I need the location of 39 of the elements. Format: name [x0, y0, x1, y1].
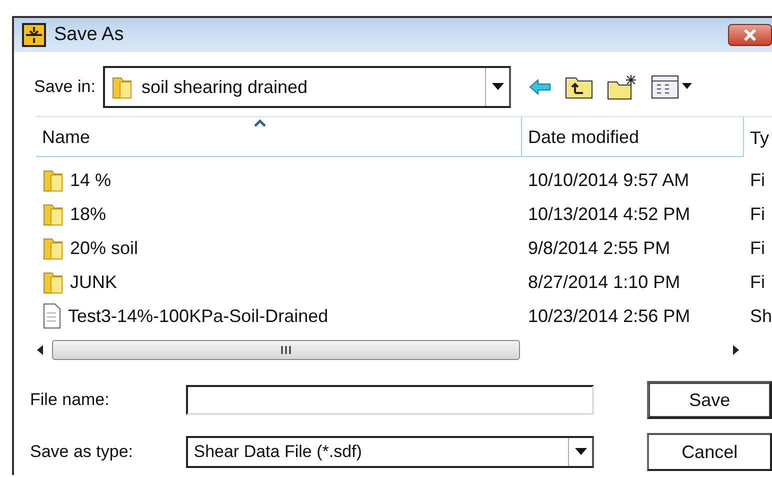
date-cell-text: 8/27/2014 1:10 PM [527, 272, 682, 292]
close-button[interactable] [728, 24, 772, 46]
date-cell-text: 9/8/2014 2:55 PM [527, 238, 672, 258]
caret-icon [492, 83, 504, 91]
scrollbar-thumb[interactable] [52, 340, 520, 360]
app-icon [22, 23, 46, 47]
table-cell-text: Fi [749, 170, 766, 190]
save-in-label: Save in: [34, 77, 96, 97]
file-name-input[interactable] [186, 385, 594, 415]
up-folder-icon[interactable] [565, 75, 594, 99]
table-cell-text: Fi [749, 238, 766, 258]
table-cell-text: Fi [749, 204, 766, 224]
file-list-item[interactable]: 14 % [36, 167, 522, 193]
scroll-right-icon[interactable] [732, 344, 740, 356]
file-list-item[interactable]: JUNK [36, 269, 522, 295]
document-icon [42, 303, 62, 329]
save-button[interactable]: Save [647, 381, 772, 419]
table-cell-text: Fi [749, 272, 766, 292]
save-in-dropdown[interactable]: soil shearing drained [103, 66, 512, 108]
table-cell-text: Sh [749, 306, 772, 326]
file-list-item[interactable]: 18% [36, 201, 522, 227]
column-header[interactable]: Name [36, 117, 522, 157]
back-arrow-icon[interactable] [529, 79, 552, 95]
column-header[interactable]: Date modified [522, 117, 744, 157]
cancel-button[interactable]: Cancel [647, 433, 772, 471]
window-title: Save As [54, 24, 125, 46]
caret-icon [574, 448, 587, 456]
date-cell-text: 10/13/2014 4:52 PM [527, 204, 692, 224]
save-as-type-label: Save as type: [30, 442, 134, 462]
file-list-item[interactable]: 20% soil [36, 235, 522, 261]
new-folder-icon[interactable] [607, 74, 638, 100]
close-icon [743, 29, 757, 41]
date-cell-text: 10/23/2014 2:56 PM [527, 306, 692, 326]
scroll-left-icon[interactable] [36, 344, 44, 356]
file-name-label: File name: [30, 390, 110, 410]
date-cell-text: 10/10/2014 9:57 AM [527, 170, 690, 190]
column-header[interactable]: Ty [744, 117, 772, 157]
file-list-item[interactable]: Test3-14%-100KPa-Soil-Drained [36, 303, 522, 329]
file-type-dropdown[interactable]: Shear Data File (*.sdf) [186, 436, 594, 468]
